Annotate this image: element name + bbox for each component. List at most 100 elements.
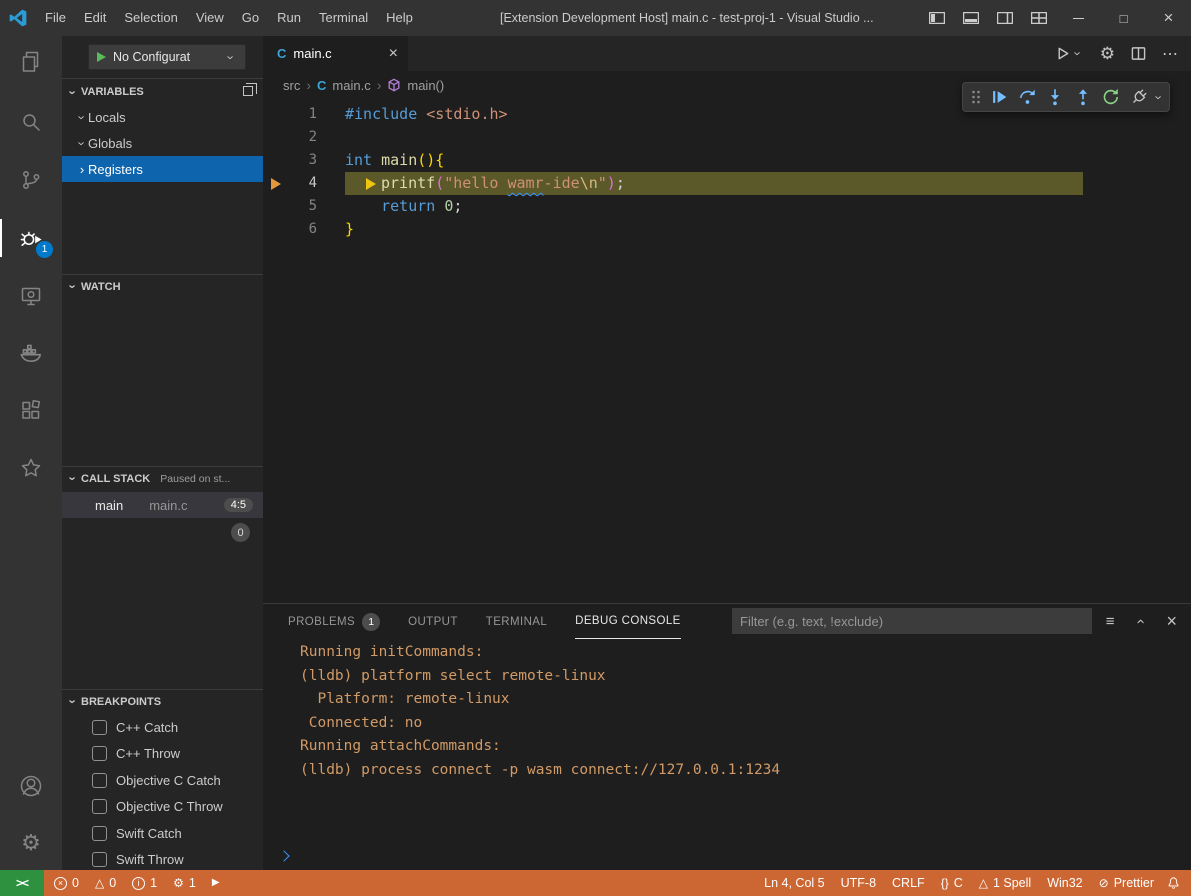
breakpoint-c-throw[interactable]: C++ Throw — [62, 741, 263, 768]
tab-main-c[interactable]: C main.c × — [263, 36, 408, 71]
close-button[interactable]: × — [1146, 0, 1191, 36]
variables-item-locals[interactable]: ›Locals — [62, 104, 263, 130]
breadcrumb-folder[interactable]: src — [283, 78, 300, 93]
status-encoding[interactable]: UTF-8 — [833, 870, 884, 896]
activity-extensions[interactable] — [0, 384, 62, 436]
code-line-5[interactable]: 5 return 0; — [263, 195, 1191, 218]
minimize-button[interactable] — [1056, 0, 1101, 36]
menu-terminal[interactable]: Terminal — [310, 0, 377, 36]
restart-icon[interactable] — [1097, 83, 1125, 111]
step-out-icon[interactable] — [1069, 83, 1097, 111]
drag-handle-icon[interactable] — [967, 83, 985, 111]
code-line-3[interactable]: 3int main(){ — [263, 149, 1191, 172]
breakpoint-swift-catch[interactable]: Swift Catch — [62, 820, 263, 847]
menu-go[interactable]: Go — [233, 0, 268, 36]
activity-wamr-ide[interactable] — [0, 442, 62, 494]
menu-edit[interactable]: Edit — [75, 0, 115, 36]
collapse-all-icon[interactable] — [243, 86, 253, 99]
breadcrumb-symbol[interactable]: main() — [407, 78, 444, 93]
menu-file[interactable]: File — [36, 0, 75, 36]
activity-source-control[interactable] — [0, 154, 62, 206]
output-actions-icon[interactable]: ≡ — [1106, 614, 1115, 629]
activity-run-and-debug[interactable]: 1 — [0, 212, 62, 264]
code-line-6[interactable]: 6} — [263, 218, 1191, 241]
checkbox-unchecked[interactable] — [92, 799, 107, 814]
breakpoints-section-header[interactable]: › BREAKPOINTS — [62, 689, 263, 713]
close-tab-icon[interactable]: × — [389, 46, 398, 62]
status-prettier[interactable]: ⊘Prettier — [1091, 870, 1162, 896]
status-eol[interactable]: CRLF — [884, 870, 933, 896]
panel-tab-terminal[interactable]: TERMINAL — [486, 604, 547, 639]
info-icon: i — [132, 877, 145, 890]
variables-item-registers[interactable]: ›Registers — [62, 156, 263, 182]
breakpoint-objective-c-throw[interactable]: Objective C Throw — [62, 794, 263, 821]
menu-run[interactable]: Run — [268, 0, 310, 36]
debug-config-dropdown[interactable]: No Configurat › — [88, 44, 246, 70]
status-errors[interactable]: ×0 — [46, 870, 87, 896]
start-debug-icon[interactable] — [97, 52, 106, 62]
customize-layout-icon[interactable] — [1022, 0, 1056, 36]
split-editor-icon[interactable] — [1131, 46, 1146, 61]
status-platform[interactable]: Win32 — [1039, 870, 1090, 896]
maximize-panel-icon[interactable]: › — [1133, 616, 1148, 628]
notifications-bell-icon[interactable] — [1162, 870, 1191, 896]
toggle-sidebar-icon[interactable] — [920, 0, 954, 36]
run-button[interactable]: › — [1055, 46, 1084, 61]
code-line-4[interactable]: 4printf("hello wamr-ide\n"); — [263, 172, 1191, 195]
menu-help[interactable]: Help — [377, 0, 422, 36]
toggle-secondary-sidebar-icon[interactable] — [988, 0, 1022, 36]
more-actions-icon[interactable]: ⋯ — [1162, 44, 1179, 64]
debug-toolbar-dropdown-icon[interactable]: › — [1153, 91, 1166, 103]
status-debug[interactable]: ▶ — [204, 870, 228, 896]
call-stack-section-header[interactable]: › CALL STACK Paused on st... — [62, 466, 263, 490]
console-filter-input[interactable] — [732, 608, 1092, 634]
remote-indicator[interactable]: >< — [0, 870, 44, 896]
checkbox-unchecked[interactable] — [92, 826, 107, 841]
breakpoint-objective-c-catch[interactable]: Objective C Catch — [62, 767, 263, 794]
continue-icon[interactable] — [985, 83, 1013, 111]
breadcrumb-file[interactable]: main.c — [332, 78, 370, 93]
breakpoint-swift-throw[interactable]: Swift Throw — [62, 847, 263, 871]
activity-remote-explorer[interactable] — [0, 270, 62, 322]
menu-selection[interactable]: Selection — [115, 0, 186, 36]
code-lines[interactable]: 1#include <stdio.h>23int main(){4printf(… — [263, 99, 1191, 603]
panel-tab-debug-console[interactable]: DEBUG CONSOLE — [575, 604, 681, 639]
toggle-panel-icon[interactable] — [954, 0, 988, 36]
toolchain-settings-icon[interactable]: ⚙ — [1100, 44, 1115, 64]
disconnect-icon[interactable] — [1125, 83, 1153, 111]
activity-search[interactable] — [0, 96, 62, 148]
panel-tab-problems[interactable]: PROBLEMS1 — [288, 604, 380, 639]
status-warnings[interactable]: △0 — [87, 870, 124, 896]
breakpoint-c-catch[interactable]: C++ Catch — [62, 714, 263, 741]
close-panel-icon[interactable]: × — [1166, 611, 1177, 632]
warning-icon: △ — [95, 877, 104, 889]
menu-view[interactable]: View — [187, 0, 233, 36]
status-language-mode[interactable]: {}C — [933, 870, 971, 896]
config-label: No Configurat — [113, 50, 218, 64]
chevron-down-icon: › — [1071, 48, 1084, 60]
activity-explorer[interactable] — [0, 36, 62, 88]
step-over-icon[interactable] — [1013, 83, 1041, 111]
debug-stopped-arrow-icon[interactable] — [263, 172, 293, 195]
step-into-icon[interactable] — [1041, 83, 1069, 111]
console-input[interactable] — [263, 844, 1191, 868]
checkbox-unchecked[interactable] — [92, 773, 107, 788]
activity-accounts[interactable] — [0, 760, 62, 812]
status-spell[interactable]: △1 Spell — [971, 870, 1039, 896]
maximize-button[interactable]: □ — [1101, 0, 1146, 36]
checkbox-unchecked[interactable] — [92, 746, 107, 761]
checkbox-unchecked[interactable] — [92, 720, 107, 735]
call-stack-frame[interactable]: main main.c 4:5 — [62, 492, 263, 518]
variables-item-globals[interactable]: ›Globals — [62, 130, 263, 156]
status-cursor-position[interactable]: Ln 4, Col 5 — [756, 870, 832, 896]
status-infos[interactable]: i1 — [124, 870, 165, 896]
panel-tab-output[interactable]: OUTPUT — [408, 604, 458, 639]
activity-docker[interactable] — [0, 327, 62, 379]
watch-section-header[interactable]: › WATCH — [62, 274, 263, 298]
variables-section-header[interactable]: › VARIABLES — [62, 80, 263, 104]
activity-settings[interactable]: ⚙ — [0, 817, 62, 869]
code-line-2[interactable]: 2 — [263, 126, 1191, 149]
status-tools[interactable]: ⚙1 — [165, 870, 204, 896]
checkbox-unchecked[interactable] — [92, 852, 107, 867]
gear-icon: ⚙ — [21, 832, 41, 854]
